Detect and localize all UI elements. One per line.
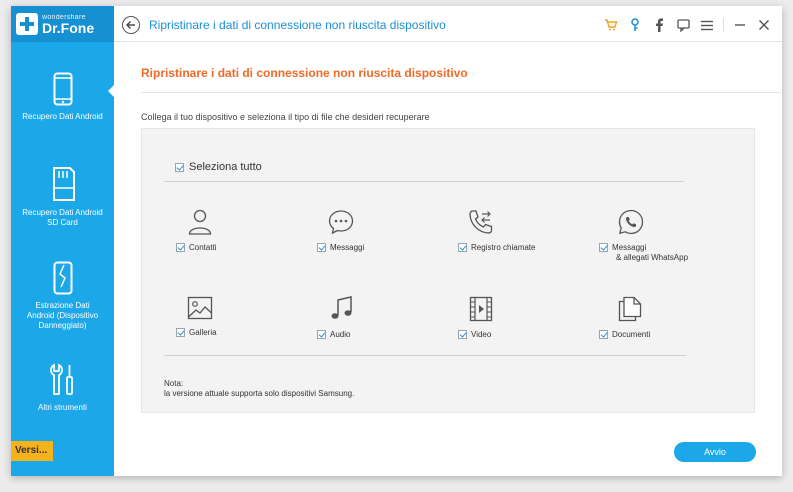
file-type-label: Registro chiamate [471,243,536,252]
checkbox-checked-icon[interactable] [176,328,185,337]
audio-icon [331,296,352,319]
brand-name: Dr.Fone [42,19,95,36]
sidebar-item-sd-card[interactable]: Recupero Dati Android SD Card [11,166,114,228]
title-divider [141,92,781,93]
video-icon [469,296,493,322]
file-type-call-log[interactable]: Registro chiamate [458,209,578,253]
brand-small: wondershare [42,13,86,21]
drfone-logo-icon [16,13,38,35]
key-icon[interactable] [623,16,647,34]
contacts-icon [188,209,212,235]
sidebar-item-label: Recupero Dati Android SD Card [22,208,103,227]
call-log-icon [469,210,493,234]
file-type-label: Messaggi [330,243,365,252]
checkbox-checked-icon[interactable] [599,243,608,252]
title-bar-icons [599,16,776,34]
title-bar: Ripristinare i dati di connessione non r… [114,6,782,42]
file-type-gallery[interactable]: Galleria [176,296,296,338]
facebook-icon[interactable] [647,16,671,34]
panel-divider [164,181,684,182]
file-type-contacts[interactable]: Contatti [176,209,296,253]
active-indicator [108,84,115,98]
checkbox-checked-icon[interactable] [599,330,608,339]
file-type-label: Contatti [189,243,217,252]
gallery-icon [187,296,213,320]
checkbox-checked-icon[interactable] [317,243,326,252]
sidebar-item-label: Altri strumenti [38,403,87,412]
file-type-panel: Seleziona tutto Contatti Messaggi Regist… [141,128,755,413]
toolbar-divider [723,18,724,32]
select-all-checkbox[interactable]: Seleziona tutto [175,161,262,173]
sidebar-item-label: Recupero Dati Android [22,112,103,121]
file-type-whatsapp[interactable]: Messaggi & allegati WhatsApp [599,209,719,263]
start-button[interactable]: Avvio [674,442,756,462]
sidebar-item-label: Estrazione Dati Android (Dispositivo Dan… [26,301,99,330]
file-type-documents[interactable]: Documenti [599,296,719,340]
note-title: Nota: [164,379,184,388]
file-type-label: Messaggi [612,243,647,252]
note-text: la versione attuale supporta solo dispos… [164,389,355,398]
close-icon[interactable] [752,16,776,34]
checkbox-checked-icon[interactable] [317,330,326,339]
sidebar: wondershare Dr.Fone Recupero Dati Androi… [11,6,115,476]
version-badge[interactable]: Versi... [11,441,53,461]
menu-icon[interactable] [695,16,719,34]
checkbox-checked-icon[interactable] [458,243,467,252]
note: Nota: la versione attuale supporta solo … [164,379,354,399]
checkbox-checked-icon[interactable] [458,330,467,339]
sidebar-item-android-recovery[interactable]: Recupero Dati Android [11,72,114,122]
instruction-text: Collega il tuo dispositivo e seleziona i… [141,112,430,122]
page-title: Ripristinare i dati di connessione non r… [141,66,468,80]
file-type-label: Documenti [612,330,651,339]
feedback-icon[interactable] [671,16,695,34]
file-type-audio[interactable]: Audio [317,296,437,340]
panel-divider [164,355,686,356]
sidebar-item-broken-device[interactable]: Estrazione Dati Android (Dispositivo Dan… [11,261,114,331]
messages-icon [328,210,354,235]
minimize-icon[interactable] [728,16,752,34]
checkbox-checked-icon [175,162,184,172]
cart-icon[interactable] [599,16,623,34]
file-type-sublabel: & allegati WhatsApp [616,253,689,262]
checkbox-checked-icon[interactable] [176,243,185,252]
file-type-label: Video [471,330,492,339]
broken-phone-icon [53,261,72,295]
back-button[interactable] [122,16,140,34]
file-type-messages[interactable]: Messaggi [317,209,437,253]
window-title: Ripristinare i dati di connessione non r… [149,18,446,32]
documents-icon [618,296,642,322]
sd-card-icon [52,167,75,201]
file-type-label: Audio [330,330,351,339]
sidebar-item-other-tools[interactable]: Altri strumenti [11,363,114,413]
arrow-left-icon [126,21,135,29]
app-logo: wondershare Dr.Fone [11,6,114,42]
tools-icon [49,363,73,395]
select-all-label: Seleziona tutto [189,161,262,173]
file-type-label: Galleria [189,328,217,337]
whatsapp-icon [618,209,644,235]
phone-icon [53,72,72,106]
app-window: wondershare Dr.Fone Recupero Dati Androi… [11,6,782,476]
file-type-video[interactable]: Video [458,296,578,340]
